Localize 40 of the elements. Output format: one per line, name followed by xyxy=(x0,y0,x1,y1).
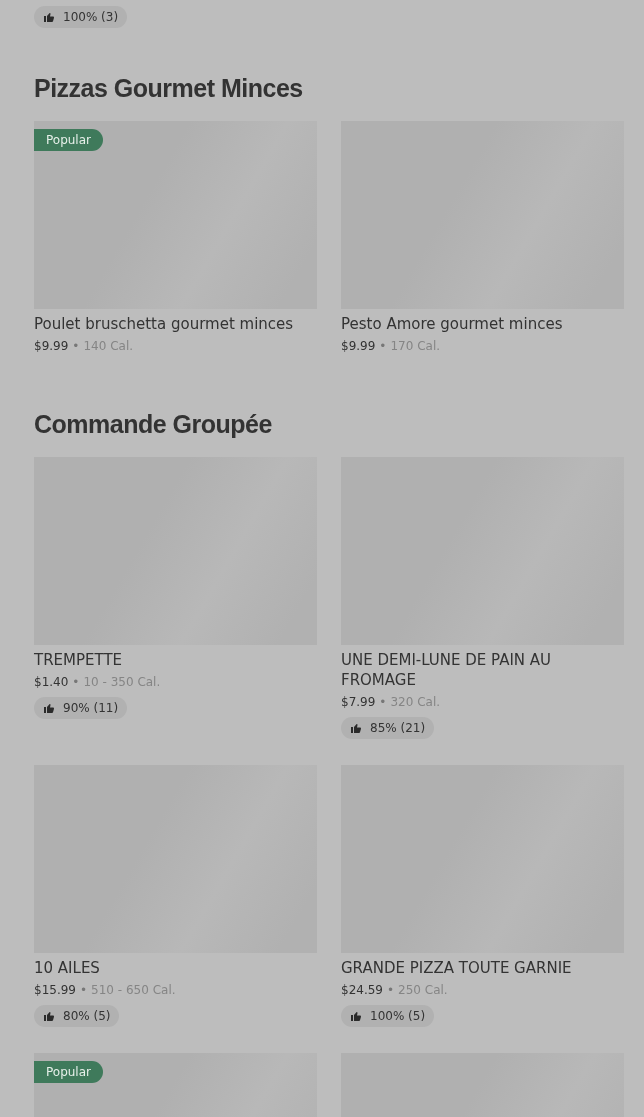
thumbs-up-icon xyxy=(350,1010,362,1022)
item-name[interactable]: GRANDE PIZZA TOUTE GARNIE xyxy=(341,958,624,978)
separator-dot: • xyxy=(379,338,387,355)
item-calories: 320 Cal. xyxy=(390,694,441,711)
separator-dot: • xyxy=(387,982,395,999)
popular-badge: Popular xyxy=(34,1061,103,1083)
item-price: $1.40 xyxy=(34,674,69,691)
rating-chip: 100% (3) xyxy=(34,6,128,28)
item-name[interactable]: 10 AILES xyxy=(34,958,317,978)
rating-chip: 100% (5) xyxy=(341,1005,435,1027)
item-calories: 510 - 650 Cal. xyxy=(91,982,176,999)
rating-chip: 80% (5) xyxy=(34,1005,120,1027)
item-name[interactable]: Poulet bruschetta gourmet minces xyxy=(34,314,317,334)
thumbs-up-icon xyxy=(43,11,55,23)
item-calories: 10 - 350 Cal. xyxy=(83,674,161,691)
separator-dot: • xyxy=(72,338,80,355)
rating-chip: 90% (11) xyxy=(34,697,128,719)
image-placeholder[interactable]: Popular xyxy=(34,1053,317,1117)
section-title: Commande Groupée xyxy=(34,410,273,439)
thumbs-up-icon xyxy=(43,702,55,714)
rating-chip: 85% (21) xyxy=(341,717,435,739)
item-calories: 170 Cal. xyxy=(390,338,441,355)
item-price: $9.99 xyxy=(341,338,376,355)
image-placeholder[interactable]: Popular xyxy=(34,121,317,309)
item-price: $7.99 xyxy=(341,694,376,711)
item-name[interactable]: Pesto Amore gourmet minces xyxy=(341,314,624,334)
item-name[interactable]: UNE DEMI-LUNE DE PAIN AU FROMAGE xyxy=(341,650,624,690)
thumbs-up-icon xyxy=(43,1010,55,1022)
thumbs-up-icon xyxy=(350,722,362,734)
popular-badge: Popular xyxy=(34,129,103,151)
separator-dot: • xyxy=(72,674,80,691)
item-price: $15.99 xyxy=(34,982,76,999)
separator-dot: • xyxy=(379,694,387,711)
item-price: $9.99 xyxy=(34,338,69,355)
item-price: $24.59 xyxy=(341,982,383,999)
item-name[interactable]: TREMPETTE xyxy=(34,650,317,670)
separator-dot: • xyxy=(80,982,88,999)
item-calories: 140 Cal. xyxy=(83,338,134,355)
section-title: Pizzas Gourmet Minces xyxy=(34,74,304,103)
item-calories: 250 Cal. xyxy=(398,982,448,999)
